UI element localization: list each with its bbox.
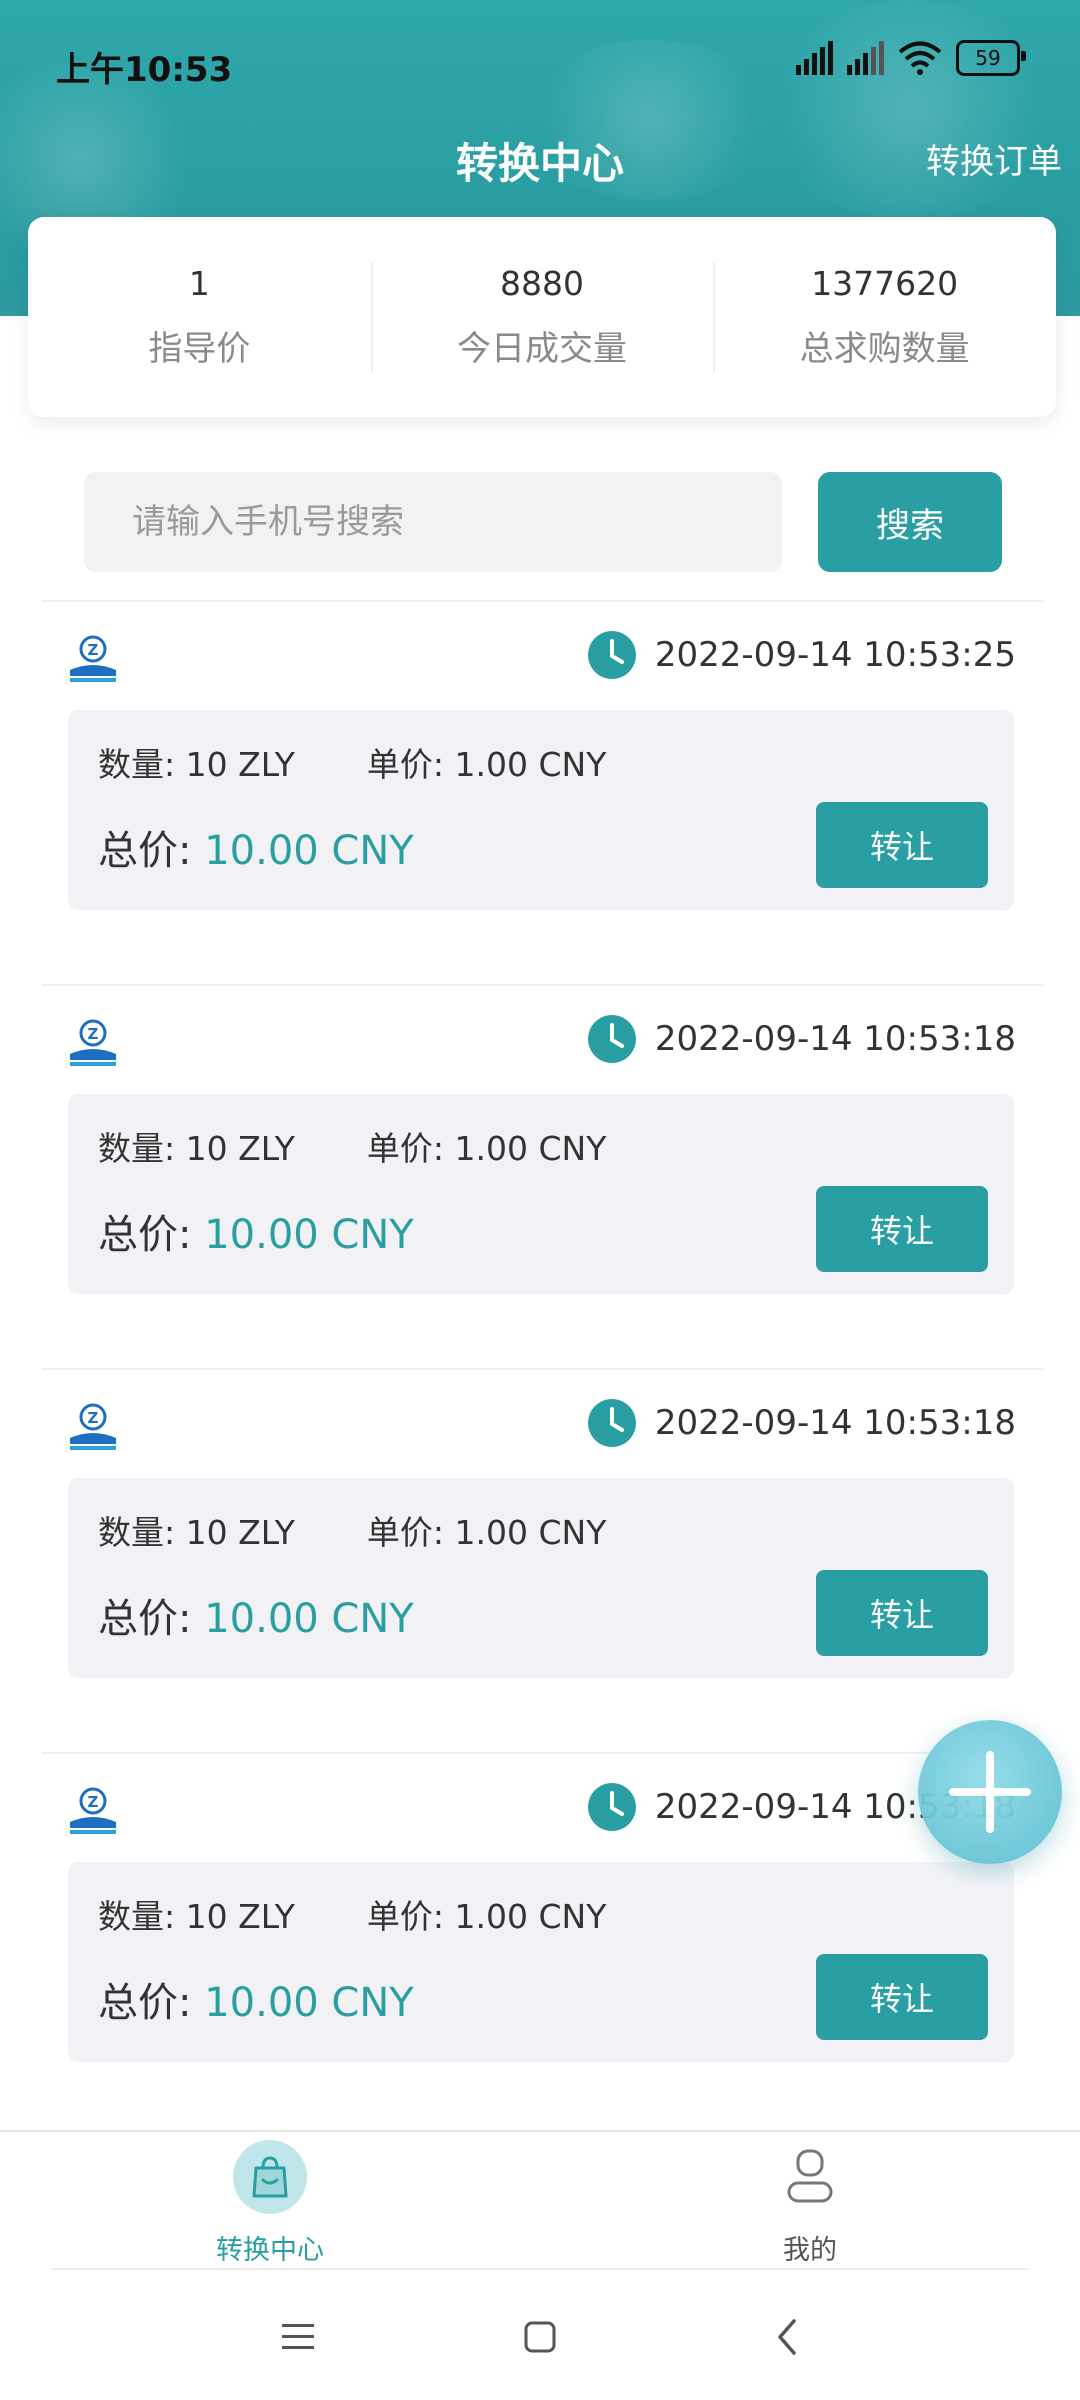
shopping-bag-icon [233, 2140, 307, 2214]
quantity-value: 10 ZLY [185, 1897, 295, 1936]
stat-label: 总求购数量 [799, 329, 970, 369]
status-icons: 59 [796, 40, 1026, 76]
tab-label: 我的 [783, 2235, 837, 2266]
listing-detail: 数量: 10 ZLY 单价: 1.00 CNY 总价: 10.00 CNY 转让 [68, 1862, 1014, 2062]
total-price: 10.00 CNY [204, 1212, 414, 1258]
quantity: 数量: 10 ZLY [98, 738, 295, 786]
stat-today-volume: 8880 今日成交量 [370, 217, 714, 417]
unit-price-value: 1.00 CNY [454, 1513, 607, 1552]
stat-value: 1377620 [811, 264, 959, 303]
back-icon[interactable] [762, 2312, 812, 2362]
unit-price: 单价: 1.00 CNY [367, 1890, 606, 1938]
clock-icon [587, 1399, 636, 1447]
listing-timestamp: 2022-09-14 10:53:18 [654, 1019, 1016, 1059]
list-item: Z 2022-09-14 10:53:18 数量: 10 ZLY 单价: 1.0… [42, 1752, 1044, 2136]
listing-list: Z 2022-09-14 10:53:25 数量: 10 ZLY 单价: 1.0… [42, 600, 1044, 2136]
plus-icon [949, 1751, 1031, 1833]
list-item: Z 2022-09-14 10:53:18 数量: 10 ZLY 单价: 1.0… [42, 984, 1044, 1368]
total-label: 总价: [98, 1596, 192, 1642]
total-label: 总价: [98, 828, 192, 874]
status-bar: 上午10:53 59 [0, 0, 1080, 120]
signal-icon [847, 41, 884, 75]
search-row: 搜索 [84, 472, 1004, 572]
quantity: 数量: 10 ZLY [98, 1506, 295, 1554]
stats-card: 1 指导价 8880 今日成交量 1377620 总求购数量 [28, 217, 1056, 417]
total-label: 总价: [98, 1212, 192, 1258]
search-button[interactable]: 搜索 [818, 472, 1002, 572]
bottom-tab-bar: 转换中心 我的 [0, 2130, 1080, 2272]
profile-icon [773, 2140, 847, 2214]
total-label: 总价: [98, 1980, 192, 2026]
listing-time: 2022-09-14 10:53:18 [587, 1014, 1016, 1064]
transfer-button[interactable]: 转让 [816, 1570, 988, 1656]
status-time: 上午10:53 [56, 50, 233, 90]
unit-price: 单价: 1.00 CNY [367, 1506, 606, 1554]
unit-price-label: 单价: [366, 1129, 444, 1168]
quantity-value: 10 ZLY [185, 1129, 295, 1168]
listing-timestamp: 2022-09-14 10:53:25 [654, 635, 1016, 675]
stat-total-demand: 1377620 总求购数量 [713, 217, 1056, 417]
transfer-button[interactable]: 转让 [816, 1954, 988, 2040]
quantity: 数量: 10 ZLY [98, 1122, 295, 1170]
quantity: 数量: 10 ZLY [98, 1890, 295, 1938]
menu-icon[interactable] [273, 2312, 323, 2362]
unit-price-label: 单价: [366, 1513, 444, 1552]
unit-price-value: 1.00 CNY [454, 1129, 607, 1168]
quantity-label: 数量: [98, 1129, 176, 1168]
total-price: 10.00 CNY [204, 1596, 414, 1642]
conversion-orders-link[interactable]: 转换订单 [926, 134, 1062, 183]
clock-icon [587, 631, 636, 679]
unit-price-label: 单价: [366, 745, 444, 784]
quantity-label: 数量: [98, 1513, 176, 1552]
transfer-button[interactable]: 转让 [816, 1186, 988, 1272]
listing-detail: 数量: 10 ZLY 单价: 1.00 CNY 总价: 10.00 CNY 转让 [68, 710, 1014, 910]
quantity-label: 数量: [98, 1897, 176, 1936]
brand-logo-icon: Z [70, 1019, 116, 1066]
page-title: 转换中心 [455, 139, 624, 188]
stat-value: 1 [188, 264, 210, 303]
clock-icon [587, 1783, 636, 1831]
stat-guide-price: 1 指导价 [28, 217, 371, 417]
svg-text:Z: Z [88, 1025, 99, 1043]
battery-level: 59 [975, 46, 1001, 70]
transfer-button[interactable]: 转让 [816, 802, 988, 888]
unit-price-label: 单价: [366, 1897, 444, 1936]
quantity-value: 10 ZLY [185, 1513, 295, 1552]
list-item: Z 2022-09-14 10:53:25 数量: 10 ZLY 单价: 1.0… [42, 600, 1044, 984]
tab-label: 转换中心 [216, 2235, 324, 2266]
list-item: Z 2022-09-14 10:53:18 数量: 10 ZLY 单价: 1.0… [42, 1368, 1044, 1752]
brand-logo-icon: Z [70, 635, 116, 682]
svg-text:Z: Z [88, 1793, 99, 1811]
total-price: 10.00 CNY [204, 1980, 414, 2026]
listing-time: 2022-09-14 10:53:18 [587, 1398, 1016, 1448]
tab-conversion-center[interactable]: 转换中心 [170, 2140, 370, 2267]
stat-label: 今日成交量 [457, 329, 627, 369]
system-navigation-bar [0, 2270, 1080, 2400]
signal-icon [796, 41, 833, 75]
listing-detail: 数量: 10 ZLY 单价: 1.00 CNY 总价: 10.00 CNY 转让 [68, 1094, 1014, 1294]
wifi-icon [898, 41, 942, 75]
quantity-value: 10 ZLY [185, 745, 295, 784]
brand-logo-icon: Z [70, 1787, 116, 1834]
tab-mine[interactable]: 我的 [710, 2140, 910, 2267]
unit-price: 单价: 1.00 CNY [367, 1122, 606, 1170]
unit-price-value: 1.00 CNY [454, 745, 607, 784]
quantity-label: 数量: [98, 745, 176, 784]
unit-price-value: 1.00 CNY [454, 1897, 607, 1936]
listing-time: 2022-09-14 10:53:25 [587, 630, 1016, 680]
stat-value: 8880 [500, 264, 584, 303]
listing-timestamp: 2022-09-14 10:53:18 [654, 1403, 1016, 1443]
listing-detail: 数量: 10 ZLY 单价: 1.00 CNY 总价: 10.00 CNY 转让 [68, 1478, 1014, 1678]
svg-text:Z: Z [88, 1409, 99, 1427]
stat-label: 指导价 [148, 329, 251, 369]
battery-icon: 59 [956, 40, 1026, 76]
home-icon[interactable] [515, 2312, 565, 2362]
total-price: 10.00 CNY [204, 828, 414, 874]
clock-icon [587, 1015, 636, 1063]
svg-text:Z: Z [88, 641, 99, 659]
brand-logo-icon: Z [70, 1403, 116, 1450]
phone-search-input[interactable] [84, 472, 782, 572]
add-fab-button[interactable] [918, 1720, 1062, 1864]
unit-price: 单价: 1.00 CNY [367, 738, 606, 786]
